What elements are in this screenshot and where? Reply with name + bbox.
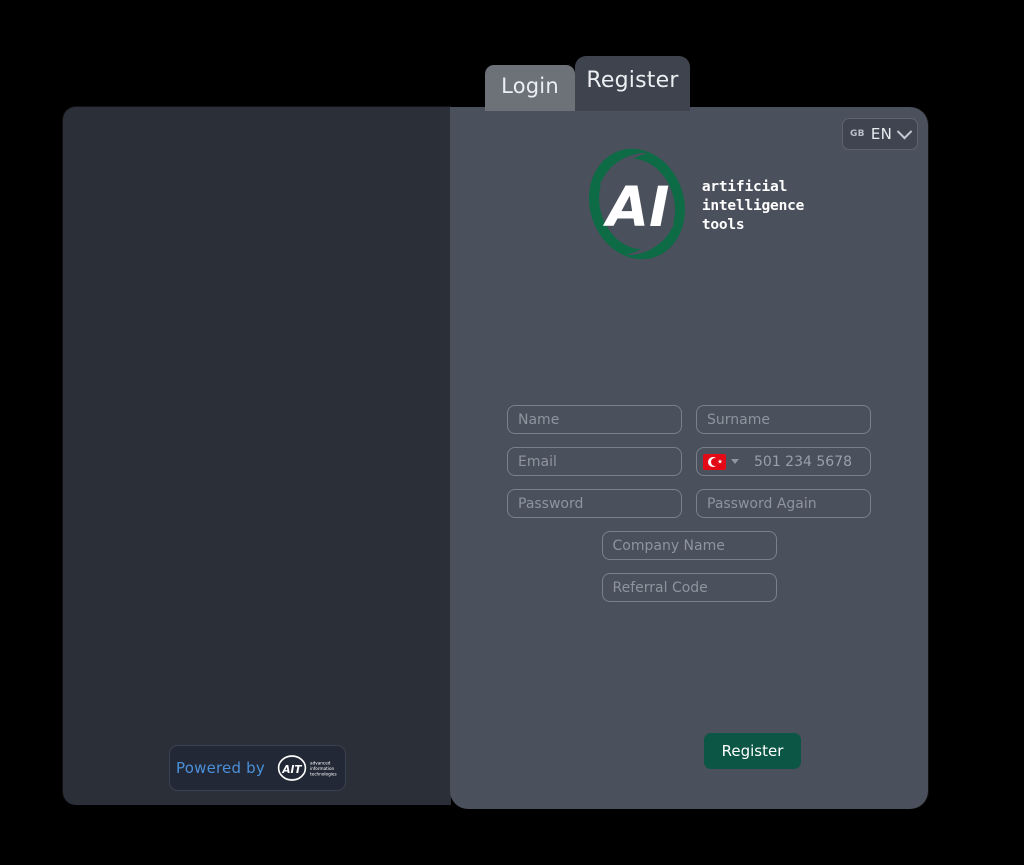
company-name-input[interactable] — [601, 531, 777, 560]
left-panel: Powered by AIT advanced information tech… — [63, 107, 451, 805]
tab-login-label: Login — [501, 74, 559, 98]
phone-input-group[interactable]: 501 234 5678 — [696, 447, 871, 476]
svg-text:AIT: AIT — [281, 764, 302, 776]
auth-card: Powered by AIT advanced information tech… — [63, 107, 928, 809]
tab-register[interactable]: Register — [575, 56, 690, 111]
form-row-company — [450, 531, 928, 560]
svg-text:information: information — [310, 766, 335, 771]
form-row-referral — [450, 573, 928, 602]
turkey-flag-icon[interactable] — [703, 453, 726, 470]
form-row-contact: 501 234 5678 — [450, 447, 928, 476]
powered-by-badge[interactable]: Powered by AIT advanced information tech… — [169, 745, 346, 791]
svg-text:AI: AI — [602, 175, 669, 239]
form-row-name — [450, 405, 928, 434]
brand-tagline-line2: intelligence — [701, 197, 805, 214]
svg-text:advanced: advanced — [310, 761, 331, 766]
brand-tagline: artificial intelligence tools — [701, 178, 805, 235]
brand-tagline-line1: artificial — [701, 178, 788, 195]
brand-tagline-line3: tools — [701, 216, 745, 233]
powered-by-label: Powered by — [176, 759, 265, 777]
register-form: 501 234 5678 — [450, 405, 928, 615]
country-dropdown-caret-icon[interactable] — [731, 459, 739, 464]
auth-tab-bar: Login Register — [485, 55, 690, 111]
tab-login[interactable]: Login — [485, 65, 575, 111]
register-panel: GB EN AI artificial intelligence tools N… — [450, 107, 928, 809]
referral-code-input[interactable] — [601, 573, 777, 602]
chevron-down-icon — [896, 123, 913, 139]
language-flag-badge: GB — [850, 129, 865, 139]
form-row-password — [450, 489, 928, 518]
ait-logo-icon: AIT advanced information technologies — [277, 755, 339, 781]
name-input[interactable] — [507, 405, 682, 434]
password-again-input[interactable] — [696, 489, 871, 518]
brand-logo: AI artificial intelligence tools — [450, 140, 928, 268]
register-submit-button[interactable]: Register — [704, 733, 801, 769]
tab-register-label: Register — [586, 68, 679, 93]
svg-text:technologies: technologies — [310, 772, 337, 777]
phone-number-placeholder: 501 234 5678 — [754, 453, 852, 470]
ai-logo-icon: AI — [574, 140, 700, 268]
surname-input[interactable] — [696, 405, 871, 434]
email-input[interactable] — [507, 447, 682, 476]
password-input[interactable] — [507, 489, 682, 518]
